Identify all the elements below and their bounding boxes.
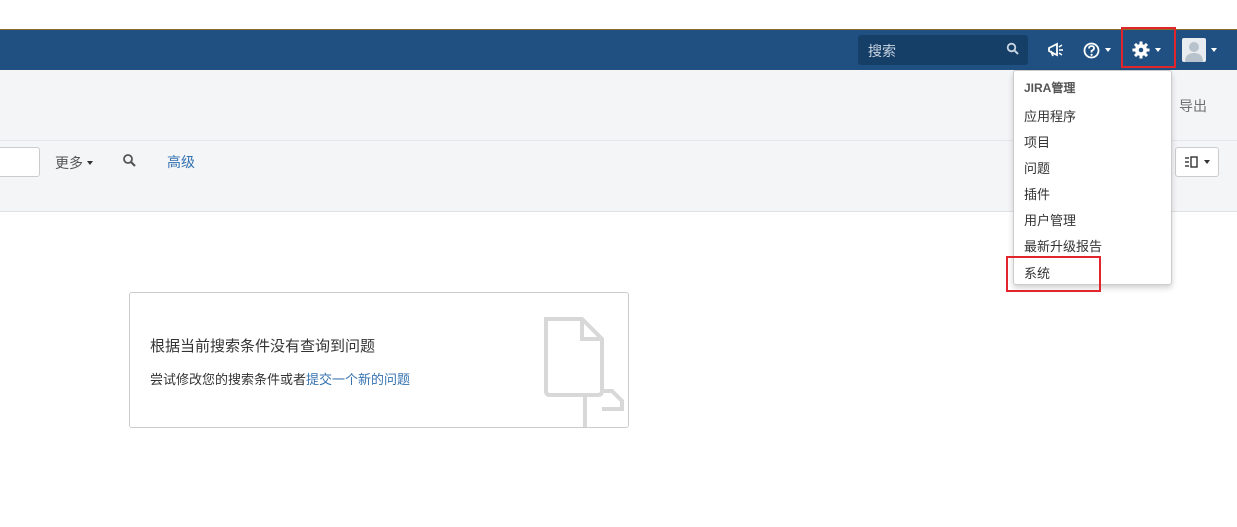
menu-item-issues[interactable]: 问题 <box>1014 153 1171 179</box>
list-view-icon <box>1185 156 1198 168</box>
empty-results-text: 尝试修改您的搜索条件或者 <box>150 372 307 387</box>
empty-results-description: 尝试修改您的搜索条件或者提交一个新的问题 <box>150 369 410 388</box>
more-criteria-button[interactable]: 更多 <box>55 153 93 173</box>
top-navigation-bar: 搜索 <box>0 27 1237 70</box>
megaphone-icon <box>1048 42 1063 57</box>
chevron-down-icon <box>1204 160 1210 164</box>
advanced-search-link[interactable]: 高级 <box>167 152 195 172</box>
menu-item-addons[interactable]: 插件 <box>1014 179 1171 205</box>
top-strip <box>0 0 1237 29</box>
search-icon <box>1006 42 1019 55</box>
user-profile-button[interactable] <box>1182 38 1217 62</box>
empty-results-message: 根据当前搜索条件没有查询到问题 尝试修改您的搜索条件或者提交一个新的问题 <box>129 292 629 428</box>
quick-search-input[interactable]: 搜索 <box>858 35 1028 65</box>
highlight-box-settings <box>1121 27 1176 68</box>
admin-dropdown-menu: JIRA管理 应用程序 项目 问题 插件 用户管理 最新升级报告 系统 <box>1013 70 1172 285</box>
chevron-down-icon <box>87 161 93 165</box>
highlight-box-system <box>1006 256 1101 292</box>
chevron-down-icon <box>1211 48 1217 52</box>
create-issue-link[interactable]: 提交一个新的问题 <box>306 372 410 387</box>
avatar-icon <box>1182 38 1206 62</box>
search-placeholder: 搜索 <box>868 43 896 59</box>
menu-item-applications[interactable]: 应用程序 <box>1014 101 1171 127</box>
export-button[interactable]: 导出 <box>1166 96 1207 116</box>
empty-results-title: 根据当前搜索条件没有查询到问题 <box>150 338 376 355</box>
menu-item-upgrade-report[interactable]: 最新升级报告 <box>1014 231 1171 257</box>
menu-item-user-management[interactable]: 用户管理 <box>1014 205 1171 231</box>
document-icon <box>544 317 624 427</box>
menu-item-projects[interactable]: 项目 <box>1014 127 1171 153</box>
more-label: 更多 <box>55 155 83 171</box>
help-icon <box>1083 42 1100 58</box>
text-search-field[interactable] <box>0 147 40 177</box>
help-menu-button[interactable] <box>1083 38 1111 62</box>
jira-issue-navigator: 搜索 导出 更多 高级 根据当前搜索条件没有查询到问题 尝试修改您的搜索条件或者… <box>0 0 1237 527</box>
notifications-button[interactable] <box>1047 38 1065 62</box>
export-label: 导出 <box>1179 98 1207 114</box>
layout-switcher-button[interactable] <box>1175 147 1219 177</box>
admin-menu-heading: JIRA管理 <box>1024 81 1076 95</box>
chevron-down-icon <box>1105 48 1111 52</box>
search-icon[interactable] <box>122 153 138 169</box>
